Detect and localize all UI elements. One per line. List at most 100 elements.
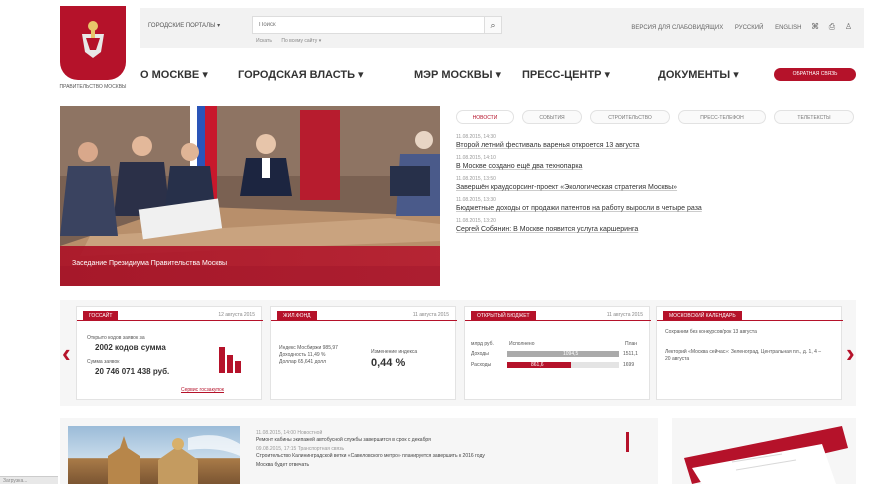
bottom-news-text: Строительство Калининградской ветки «Сав…: [256, 453, 485, 459]
accessibility-version-link[interactable]: ВЕРСИЯ ДЛЯ СЛАБОВИДЯЩИХ: [631, 25, 723, 31]
nav-item-documents[interactable]: ДОКУМЕНТЫ ▾: [658, 68, 739, 81]
widget-divider: [271, 320, 457, 321]
widget-link[interactable]: Сервис госзакупок: [181, 387, 224, 393]
widget-text: Доходность 11,49 %: [279, 352, 326, 358]
budget-row-label: Расходы: [471, 362, 492, 368]
rss-icon[interactable]: ⌘: [811, 22, 819, 31]
budget-row-plan: 1511,1: [623, 351, 638, 357]
nav-item-about-moscow[interactable]: О МОСКВЕ ▾: [140, 68, 208, 81]
hero-slide[interactable]: Заседание Президиума Правительства Москв…: [60, 106, 440, 286]
widget-divider: [465, 320, 651, 321]
kremlin-image: [108, 435, 240, 484]
news-date: 11.08.2015, 13:30: [456, 197, 496, 203]
news-item: 11.08.2015, 13:30 Бюджетные доходы от пр…: [456, 197, 854, 214]
search-input[interactable]: [252, 16, 492, 34]
bottom-news-text: Москва будет отвечать: [256, 462, 310, 468]
utility-links: ВЕРСИЯ ДЛЯ СЛАБОВИДЯЩИХ РУССКИЙ ENGLISH …: [621, 22, 852, 32]
news-title-link[interactable]: Бюджетные доходы от продажи патентов на …: [456, 204, 854, 214]
news-list: 11.08.2015, 14:30 Второй летний фестивал…: [456, 134, 854, 239]
widget-value: 0,44 %: [371, 357, 406, 369]
calendar-item[interactable]: Сохраним без конкурсов/рок 13 августа: [665, 329, 785, 336]
moscow-coat-of-arms-logo[interactable]: [60, 6, 126, 80]
nav-item-city-government[interactable]: ГОРОДСКАЯ ВЛАСТЬ ▾: [238, 68, 364, 81]
bottom-news-date: 09.08.2015, 17:15: [256, 446, 297, 452]
news-date: 11.08.2015, 14:30: [456, 134, 496, 140]
feedback-button[interactable]: ОБРАТНАЯ СВЯЗЬ: [774, 68, 856, 81]
bar-chart-icon: [217, 345, 247, 373]
search-scope-dropdown[interactable]: По всему сайту ▾: [281, 38, 321, 44]
widget-date: 11 августа 2015: [606, 312, 643, 318]
city-portals-dropdown[interactable]: ГОРОДСКИЕ ПОРТАЛЫ ▾: [148, 22, 220, 29]
search-button[interactable]: ⌕: [484, 16, 502, 34]
nav-item-mayor[interactable]: МЭР МОСКВЫ ▾: [414, 68, 501, 81]
widget-value: 2002 кодов сумма: [95, 343, 166, 352]
top-bar: ГОРОДСКИЕ ПОРТАЛЫ ▾ ⌕ Искать По всему са…: [140, 8, 864, 48]
widget-procurement[interactable]: ГОССАЙТ 12 августа 2015 Открыто кодов за…: [76, 306, 263, 400]
tab-press-phone[interactable]: ПРЕСС-ТЕЛЕФОН: [678, 110, 766, 124]
budget-row-plan: 1699: [623, 362, 635, 368]
news-title-link[interactable]: В Москве создано ещё два технопарка: [456, 162, 854, 172]
tab-construction[interactable]: СТРОИТЕЛЬСТВО: [590, 110, 670, 124]
widget-text: Сумма заявок: [87, 359, 120, 365]
tab-teletext[interactable]: ТЕЛЕТЕКСТЫ: [774, 110, 854, 124]
widget-date: 11 августа 2015: [412, 312, 449, 318]
search-submit-link[interactable]: Искать: [256, 38, 272, 44]
news-date: 11.08.2015, 13:50: [456, 176, 496, 182]
news-item: 11.08.2015, 13:50 Завершён краудсорсинг-…: [456, 176, 854, 193]
bottom-news-tag: Новостной: [297, 430, 323, 436]
widget-moscow-calendar[interactable]: МОСКОВСКИЙ КАЛЕНДАРЬ Сохраним без конкур…: [656, 306, 843, 400]
tab-events[interactable]: СОБЫТИЯ: [522, 110, 582, 124]
widget-text: Изменение индекса: [371, 349, 418, 355]
news-item: 11.08.2015, 14:10 В Москве создано ещё д…: [456, 155, 854, 172]
promo-graphic: [672, 418, 856, 484]
lang-english-link[interactable]: ENGLISH: [775, 25, 801, 31]
bottom-news-block: 11.08.2015, 14:00 Новостной Ремонт кабины…: [60, 418, 658, 484]
news-title-link[interactable]: Завершён краудсорсинг-проект «Экологичес…: [456, 183, 854, 193]
lang-russian-link[interactable]: РУССКИЙ: [735, 25, 763, 31]
bottom-news-date: 11.08.2015, 14:00: [256, 430, 296, 436]
search-options: Искать По всему сайту ▾: [256, 38, 329, 44]
budget-head-right: План: [625, 341, 638, 347]
bottom-news-item[interactable]: Москва будет отвечать: [256, 462, 626, 469]
widget-text: Доллар 65,641 долл: [279, 359, 327, 365]
widget-open-budget[interactable]: ОТКРЫТЫЙ БЮДЖЕТ 11 августа 2015 млрд руб…: [464, 306, 651, 400]
widget-text: Открыто кодов заявок за: [87, 335, 145, 341]
print-icon[interactable]: ⎙: [829, 22, 835, 31]
search-icon: ⌕: [490, 20, 496, 30]
carousel-prev-arrow-icon[interactable]: ‹: [62, 338, 71, 369]
widget-divider: [657, 320, 843, 321]
promo-block[interactable]: [672, 418, 856, 484]
budget-row-value: 861,6: [531, 362, 544, 368]
bottom-news-tag: Транспортная связь: [297, 446, 345, 452]
news-item: 11.08.2015, 13:20 Сергей Собянин: В Моск…: [456, 218, 854, 235]
bottom-news-item[interactable]: 09.08.2015, 17:15 Транспортная связь Стро…: [256, 446, 626, 460]
carousel-next-arrow-icon[interactable]: ›: [846, 338, 855, 369]
widget-date: 12 августа 2015: [218, 312, 255, 318]
bottom-news-list: 11.08.2015, 14:00 Новостной Ремонт кабины…: [256, 430, 626, 471]
news-item: 11.08.2015, 14:30 Второй летний фестивал…: [456, 134, 854, 151]
news-tabs: НОВОСТИ СОБЫТИЯ СТРОИТЕЛЬСТВО ПРЕСС-ТЕЛЕ…: [456, 110, 854, 124]
nav-item-press-center[interactable]: ПРЕСС-ЦЕНТР ▾: [522, 68, 610, 81]
kremlin-photo[interactable]: [68, 426, 240, 484]
budget-head-left: млрд руб.: [471, 341, 494, 347]
user-icon[interactable]: ♙: [845, 22, 852, 31]
calendar-item[interactable]: Лекторий «Москва сейчас»: Зеленоград, Це…: [665, 349, 825, 363]
widget-divider: [77, 320, 263, 321]
hero-caption-band: Заседание Президиума Правительства Москв…: [60, 246, 440, 286]
hero-caption[interactable]: Заседание Президиума Правительства Москв…: [72, 260, 227, 267]
widget-market[interactable]: ЖИЛ.ФОНД 11 августа 2015 Индекс Мосбиржи…: [270, 306, 457, 400]
budget-row-label: Доходы: [471, 351, 489, 357]
bottom-news-item[interactable]: 11.08.2015, 14:00 Новостной Ремонт кабины…: [256, 430, 626, 444]
widget-text: Индекс Мосбиржи 985,97: [279, 345, 338, 351]
budget-head-mid: Исполнено: [509, 341, 535, 347]
news-title-link[interactable]: Второй летний фестиваль варенья откроетс…: [456, 141, 854, 151]
logo-caption: ПРАВИТЕЛЬСТВО МОСКВЫ: [59, 84, 127, 90]
bottom-news-text: Ремонт кабины экипажей автобусной службы…: [256, 437, 431, 443]
st-george-emblem-icon: [82, 21, 104, 58]
widget-value: 20 746 071 438 руб.: [95, 367, 170, 376]
tab-news[interactable]: НОВОСТИ: [456, 110, 514, 124]
news-date: 11.08.2015, 14:10: [456, 155, 496, 161]
budget-row-value: 1094,5: [563, 351, 579, 357]
scroll-indicator: [626, 432, 629, 452]
news-title-link[interactable]: Сергей Собянин: В Москве появится услуга…: [456, 225, 854, 235]
